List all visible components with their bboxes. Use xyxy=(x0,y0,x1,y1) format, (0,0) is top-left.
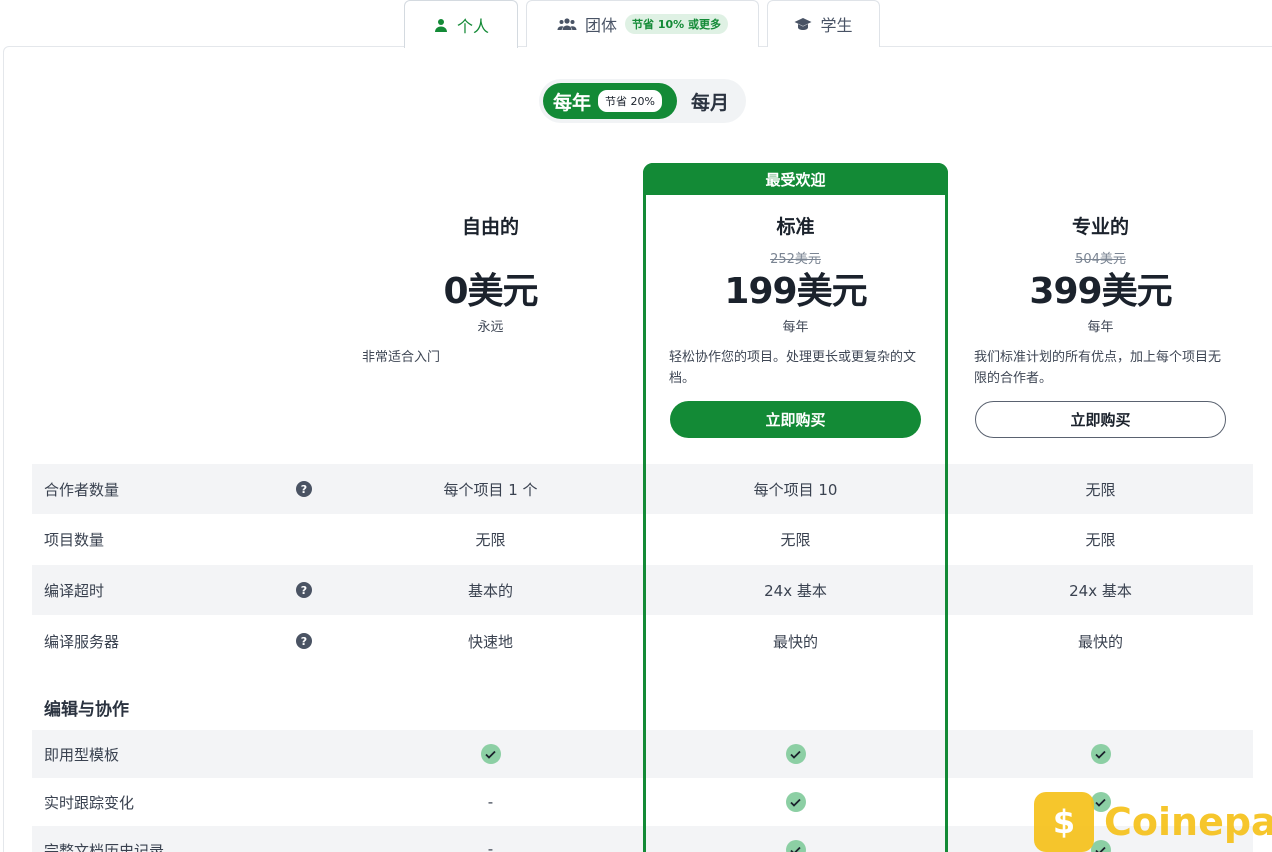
plan-name: 标准 xyxy=(776,216,815,238)
check-icon xyxy=(1090,744,1111,764)
buy-standard-button[interactable]: 立即购买 xyxy=(670,401,921,438)
plan-old-price: 504美元 xyxy=(1075,252,1126,267)
feature-value-pro: 最快的 xyxy=(1077,632,1123,651)
feature-value-standard xyxy=(643,792,948,812)
feature-value-free: 基本的 xyxy=(467,581,513,600)
feature-label: 完整文档历史记录 xyxy=(44,842,165,852)
plan-type-tabs: 个人 团体 节省 10% 或更多 学生 xyxy=(404,0,888,48)
check-icon xyxy=(785,792,806,812)
feature-value-pro: 无限 xyxy=(1085,480,1116,499)
help-icon[interactable]: ? xyxy=(296,481,312,497)
feature-value-pro xyxy=(948,744,1253,764)
feature-label: 合作者数量 xyxy=(44,480,120,499)
buy-professional-button[interactable]: 立即购买 xyxy=(975,401,1226,438)
check-icon xyxy=(785,744,806,764)
plan-description: 轻松协作您的项目。处理更长或更复杂的文档。 xyxy=(669,350,917,386)
billing-period-toggle: 每年 节省 20% 每月 xyxy=(539,79,746,123)
most-popular-banner: 最受欢迎 xyxy=(643,163,948,195)
tab-individual-label: 个人 xyxy=(456,16,489,36)
plan-name: 自由的 xyxy=(461,216,519,238)
feature-row-compile-server: 编译服务器 ? 快速地 最快的 最快的 xyxy=(32,615,1253,667)
plan-free: 自由的 0美元 永远 非常适合入门 xyxy=(338,212,643,401)
graduation-cap-icon xyxy=(794,18,812,30)
tab-group[interactable]: 团体 节省 10% 或更多 xyxy=(526,0,759,47)
tab-group-label: 团体 xyxy=(584,16,617,35)
feature-value-standard xyxy=(643,744,948,764)
feature-row-collaborators: 合作者数量 ? 每个项目 1 个 每个项目 10 无限 xyxy=(32,464,1253,514)
feature-value-free xyxy=(338,744,643,764)
feature-value-standard: 最快的 xyxy=(772,632,818,651)
plan-name: 专业的 xyxy=(1071,216,1129,238)
feature-value-standard xyxy=(643,840,948,852)
user-icon xyxy=(434,18,447,32)
feature-value-standard: 每个项目 10 xyxy=(753,480,838,499)
plan-old-price xyxy=(338,242,643,264)
feature-value-free: - xyxy=(487,793,494,811)
users-icon xyxy=(557,18,577,30)
tab-individual[interactable]: 个人 xyxy=(404,0,518,48)
feature-row-templates: 即用型模板 xyxy=(32,730,1253,778)
feature-value-free: 无限 xyxy=(475,531,506,549)
group-discount-badge: 节省 10% 或更多 xyxy=(625,14,728,34)
annual-billing-option[interactable]: 每年 节省 20% xyxy=(543,83,677,119)
tab-student[interactable]: 学生 xyxy=(767,0,880,47)
feature-value-standard: 无限 xyxy=(780,531,811,549)
coinepay-watermark: $ Coinepay xyxy=(1034,792,1272,852)
plan-professional: 专业的 504美元 399美元 每年 我们标准计划的所有优点，加上每个项目无限的… xyxy=(948,212,1253,438)
tab-student-label: 学生 xyxy=(820,16,853,35)
monthly-billing-option[interactable]: 每月 xyxy=(691,83,729,119)
plan-price: 0美元 xyxy=(443,271,538,312)
plan-standard: 标准 252美元 199美元 每年 轻松协作您的项目。处理更长或更复杂的文档。 … xyxy=(643,212,948,438)
feature-label: 项目数量 xyxy=(44,531,105,549)
plan-description: 我们标准计划的所有优点，加上每个项目无限的合作者。 xyxy=(974,350,1222,386)
plan-description: 非常适合入门 xyxy=(362,350,441,365)
money-bag-icon: $ xyxy=(1034,792,1094,852)
feature-value-pro: 24x 基本 xyxy=(1069,581,1132,600)
feature-value-free: 快速地 xyxy=(467,632,513,651)
watermark-text: Coinepay xyxy=(1104,800,1272,844)
feature-label: 编译服务器 xyxy=(44,632,120,651)
plan-price: 399美元 xyxy=(1029,271,1172,312)
plan-period: 永远 xyxy=(477,320,504,335)
feature-row-projects: 项目数量 无限 无限 无限 xyxy=(32,514,1253,565)
feature-label: 编译超时 xyxy=(44,581,105,600)
section-title-editing: 编辑与协作 xyxy=(44,700,129,720)
feature-value-free: 每个项目 1 个 xyxy=(443,480,538,499)
annual-discount-badge: 节省 20% xyxy=(598,90,662,112)
plan-old-price: 252美元 xyxy=(770,252,821,267)
feature-value-pro: 无限 xyxy=(1085,531,1116,549)
feature-value-standard: 24x 基本 xyxy=(764,581,827,600)
feature-row-compile-timeout: 编译超时 ? 基本的 24x 基本 24x 基本 xyxy=(32,565,1253,615)
monthly-label: 每月 xyxy=(691,91,730,114)
feature-value-free: - xyxy=(487,840,494,852)
plan-period: 每年 xyxy=(782,320,809,335)
help-icon[interactable]: ? xyxy=(296,582,312,598)
check-icon xyxy=(480,744,501,764)
feature-label: 实时跟踪变化 xyxy=(44,793,135,812)
plan-price: 199美元 xyxy=(724,271,867,312)
annual-label: 每年 xyxy=(553,91,592,114)
feature-label: 即用型模板 xyxy=(44,745,120,764)
help-icon[interactable]: ? xyxy=(296,633,312,649)
check-icon xyxy=(785,840,806,852)
plan-period: 每年 xyxy=(1087,320,1114,335)
